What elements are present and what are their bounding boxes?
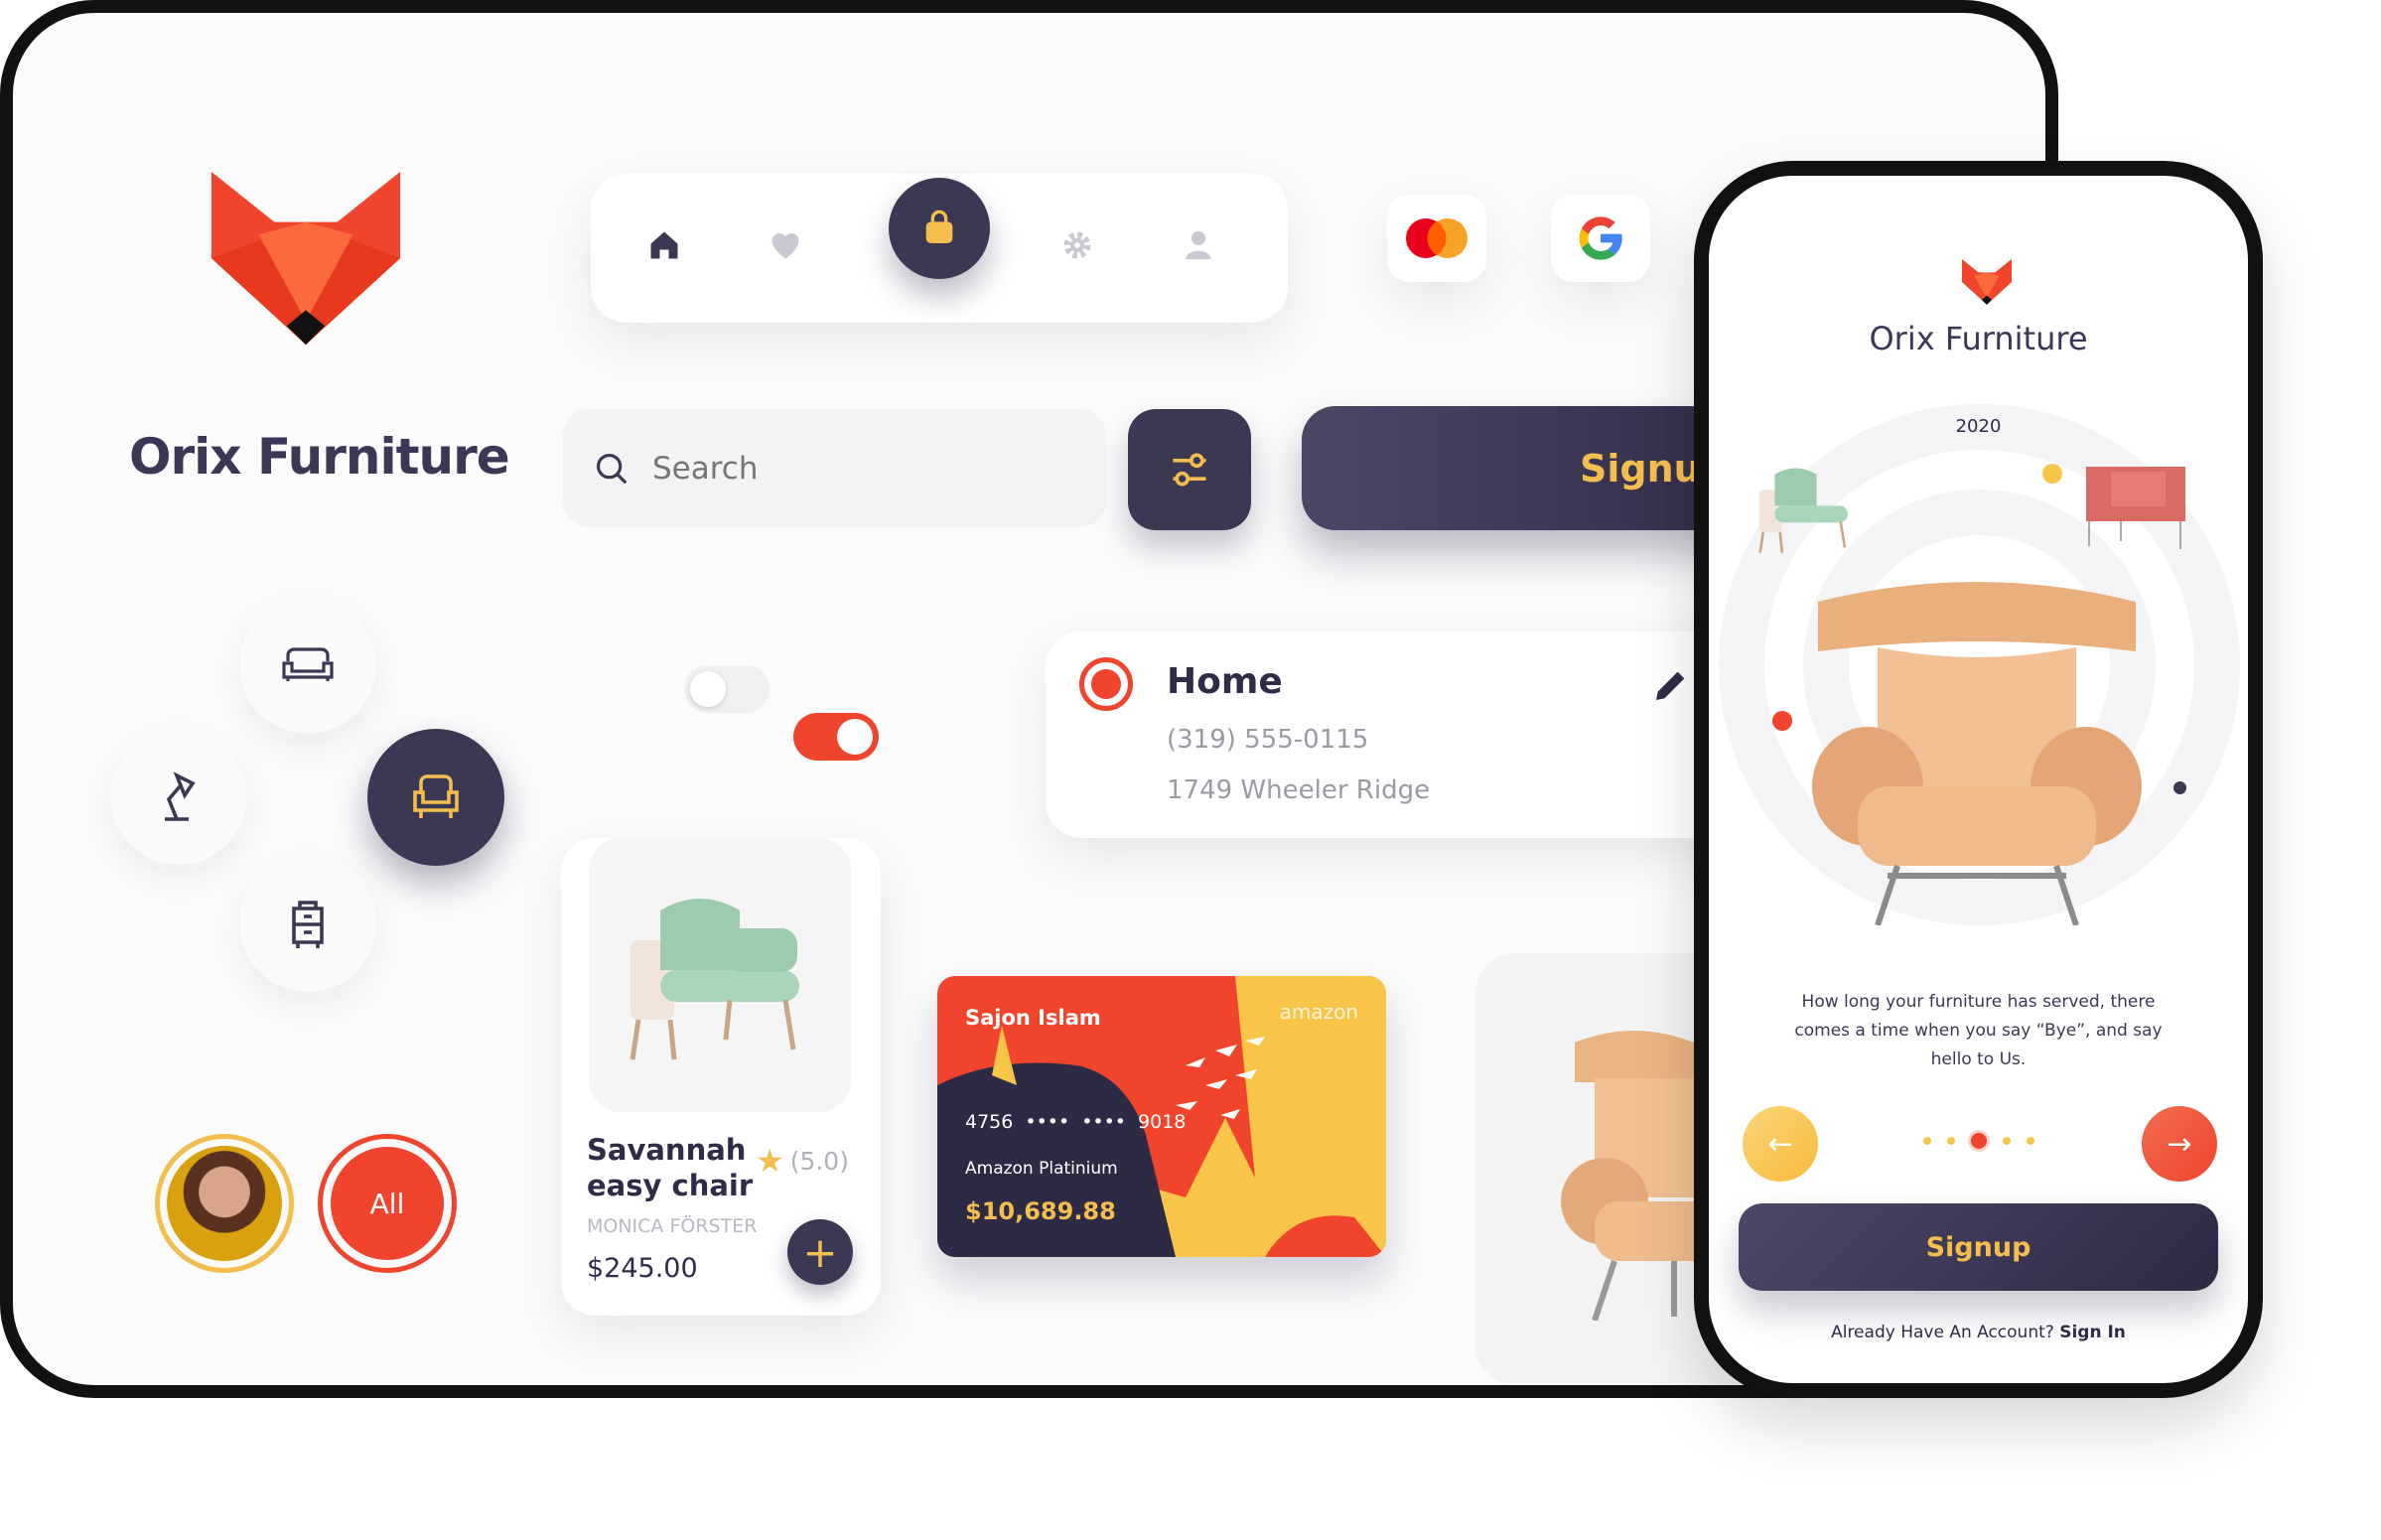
filter-button[interactable] [1128,409,1251,530]
lamp-icon [165,771,196,821]
user-icon[interactable] [1177,223,1220,267]
product-rating: (5.0) [789,1146,849,1176]
star-icon: ★ [756,1142,784,1180]
sign-in-link[interactable]: Sign In [2059,1323,2126,1342]
toggle-on[interactable] [793,713,879,761]
pager-dot-active[interactable] [1970,1133,1987,1149]
address-label: Home [1167,661,1283,702]
armchair-icon [413,774,459,818]
phone-description: How long your furniture has served, ther… [1794,992,2163,1069]
card-number-mask: •••• [1025,1111,1070,1133]
card-balance: $10,689.88 [965,1197,1116,1225]
main-chair-image[interactable] [1808,578,2146,925]
mastercard-button[interactable] [1387,195,1486,282]
product-designer: MONICA FÖRSTER [587,1215,758,1237]
category-armchair[interactable] [367,729,504,866]
search-bar [563,409,1106,527]
pager-dot[interactable] [1946,1137,1955,1145]
card-holder: Sajon Islam [965,1006,1101,1030]
gear-icon[interactable] [1055,223,1099,267]
pager-dot[interactable] [2026,1137,2034,1145]
pager-dot[interactable] [1922,1137,1931,1145]
credit-card[interactable]: Sajon Islam amazon 4756 •••• •••• 9018 A… [937,976,1386,1257]
green-chair-image[interactable] [1747,459,1866,558]
add-to-cart-button[interactable]: + [787,1219,853,1285]
address-radio[interactable] [1079,657,1133,711]
all-filter-button[interactable]: All [318,1134,457,1273]
amazon-logo: amazon [1279,1000,1358,1024]
orbit-dot-yellow [2042,464,2062,484]
brand-name: Orix Furniture [129,428,510,486]
pencil-icon[interactable] [1651,665,1691,705]
product-card[interactable]: Savannah easy chair ★ (5.0) MONICA FÖRST… [561,838,881,1316]
google-button[interactable] [1551,195,1650,282]
card-number-mask: •••• [1081,1111,1127,1133]
card-number-end: 9018 [1138,1111,1187,1133]
phone-brand-name: Orix Furniture [1869,320,2088,357]
toggle-off[interactable] [684,665,770,713]
phone-signup-button[interactable]: Signup [1739,1203,2218,1291]
avatar[interactable] [155,1134,294,1273]
orbit-dot-dark [2173,781,2186,794]
category-lamp[interactable] [110,728,247,865]
product-price: $245.00 [587,1253,698,1284]
home-icon[interactable] [642,223,686,267]
product-name-line2: easy chair [587,1169,754,1202]
category-sofa[interactable] [239,597,376,734]
google-logo [1579,216,1622,260]
product-image [589,838,851,1112]
address-card[interactable]: Home (319) 555-0115 1749 Wheeler Ridge [1046,631,1760,838]
address-phone: (319) 555-0115 [1167,725,1369,755]
year-label: 2020 [1955,416,2002,437]
mastercard-logo [1406,218,1468,258]
pink-chair-image[interactable] [2081,462,2190,551]
sofa-icon [282,647,334,681]
phone-frame: Orix Furniture 2020 How long your furnit… [1694,161,2263,1398]
plus-icon: + [802,1227,838,1277]
sliders-icon [1173,453,1206,487]
address-street: 1749 Wheeler Ridge [1167,775,1431,805]
search-input[interactable] [652,450,1050,487]
heart-icon[interactable] [764,223,807,267]
account-prompt: Already Have An Account? [1831,1323,2054,1342]
product-name-line1: Savannah [587,1133,747,1167]
fox-logo [211,172,400,346]
pager-dots [1709,1133,2248,1149]
card-type: Amazon Platinium [965,1159,1118,1179]
shopping-bag-icon[interactable] [889,178,990,279]
search-icon [596,453,628,484]
category-cabinet[interactable] [239,855,376,992]
bottom-nav [591,174,1288,323]
all-label: All [331,1147,444,1260]
cabinet-icon [292,901,324,948]
avatar-photo [167,1146,282,1261]
orbit-dot-red [1772,711,1792,731]
fox-logo [1962,259,2012,305]
card-number-start: 4756 [965,1111,1014,1133]
pager-dot[interactable] [2002,1137,2011,1145]
